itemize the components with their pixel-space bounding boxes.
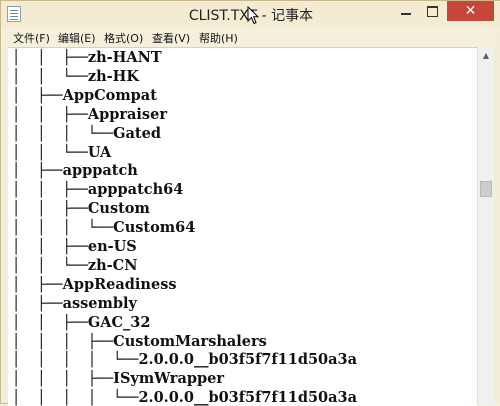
title-bar[interactable]: CLIST.TXT - 记事本 ✕ xyxy=(1,1,500,27)
tree-prefix: │ ├── xyxy=(12,163,63,180)
tree-label: GAC_32 xyxy=(87,313,151,331)
tree-prefix: │ │ ├── xyxy=(12,239,88,255)
tree-line: │ │ │ └──Custom64 xyxy=(12,218,195,237)
tree-line: │ │ │ │ └──2.0.0.0__b03f5f7f11d50a3a xyxy=(12,388,357,406)
menu-view[interactable]: 查看(V) xyxy=(152,30,190,46)
notepad-window: CLIST.TXT - 记事本 ✕ 文件(F) 编辑(E) 格式(O) 查看(V… xyxy=(0,0,500,406)
tree-label: Custom64 xyxy=(113,219,196,237)
tree-line: │ │ │ ├──ISymWrapper xyxy=(12,369,224,388)
tree-line: │ │ └──zh-HK xyxy=(12,67,139,86)
tree-label: CustomMarshalers xyxy=(113,332,267,350)
tree-label: zh-HK xyxy=(87,67,139,85)
tree-prefix: │ ├── xyxy=(12,87,63,104)
tree-label: Custom xyxy=(87,200,150,218)
tree-line: │ ├──AppCompat xyxy=(12,86,157,105)
text-editor-area[interactable]: │ │ ├──zh-HANT │ │ └──zh-HK │ ├──AppCompat… xyxy=(8,47,477,406)
tree-line: │ ├──assembly xyxy=(12,294,137,313)
maximize-icon xyxy=(427,5,438,17)
tree-prefix: │ │ │ ├── xyxy=(12,371,114,388)
tree-line: │ │ ├──apppatch64 xyxy=(12,180,183,199)
scroll-thumb[interactable] xyxy=(480,181,492,197)
tree-line: │ │ └──UA xyxy=(12,143,111,162)
menu-help[interactable]: 帮助(H) xyxy=(199,30,238,46)
tree-line: │ │ │ │ └──2.0.0.0__b03f5f7f11d50a3a xyxy=(12,350,357,369)
tree-prefix: │ │ ├── xyxy=(12,201,88,218)
tree-label: Gated xyxy=(113,124,161,142)
tree-label: assembly xyxy=(62,294,137,312)
close-icon: ✕ xyxy=(464,3,477,19)
tree-label: 2.0.0.0__b03f5f7f11d50a3a xyxy=(138,389,358,406)
tree-line: │ │ └──zh-CN xyxy=(12,256,137,275)
tree-line: │ │ ├──GAC_32 xyxy=(12,313,150,332)
tree-line: │ │ ├──Appraiser xyxy=(12,105,167,124)
tree-prefix: │ │ ├── xyxy=(12,314,88,331)
tree-line: │ │ │ └──Gated xyxy=(12,124,161,143)
tree-line: │ │ │ ├──CustomMarshalers xyxy=(12,332,267,351)
tree-label: ISymWrapper xyxy=(113,370,224,388)
tree-line: │ │ ├──zh-HANT xyxy=(12,48,162,67)
tree-label: 2.0.0.0__b03f5f7f11d50a3a xyxy=(138,351,358,369)
tree-label: Appraiser xyxy=(87,105,167,123)
vertical-scrollbar[interactable]: ▲ xyxy=(477,47,494,405)
notepad-icon[interactable] xyxy=(7,6,21,22)
minimize-icon xyxy=(400,13,411,15)
tree-prefix: │ │ │ └── xyxy=(12,220,114,237)
tree-prefix: │ │ ├── xyxy=(12,50,88,66)
tree-prefix: │ │ │ └── xyxy=(12,125,114,142)
tree-label: zh-HANT xyxy=(87,49,162,66)
tree-label: UA xyxy=(87,143,112,161)
tree-prefix: │ │ │ │ └── xyxy=(12,352,139,369)
tree-label: AppReadiness xyxy=(62,275,177,293)
menu-edit[interactable]: 编辑(E) xyxy=(58,30,96,46)
tree-prefix: │ │ └── xyxy=(12,68,88,85)
tree-label: en-US xyxy=(87,238,137,255)
tree-prefix: │ │ ├── xyxy=(12,182,88,199)
tree-prefix: │ ├── xyxy=(12,276,63,293)
maximize-button[interactable] xyxy=(419,1,446,21)
close-button[interactable]: ✕ xyxy=(447,1,494,21)
tree-label: apppatch64 xyxy=(87,181,184,199)
scroll-up-arrow-icon[interactable]: ▲ xyxy=(478,47,494,64)
tree-line: │ │ ├──Custom xyxy=(12,199,150,218)
minimize-button[interactable] xyxy=(392,1,419,21)
menu-format[interactable]: 格式(O) xyxy=(104,30,143,46)
tree-label: zh-CN xyxy=(87,256,138,274)
mouse-cursor-icon xyxy=(247,6,259,25)
tree-line: │ ├──apppatch xyxy=(12,161,138,180)
menu-file[interactable]: 文件(F) xyxy=(13,30,50,46)
tree-prefix: │ │ └── xyxy=(12,144,88,161)
tree-prefix: │ ├── xyxy=(12,295,63,312)
tree-prefix: │ │ │ ├── xyxy=(12,333,114,350)
tree-label: apppatch xyxy=(62,162,138,180)
tree-line: │ ├──AppReadiness xyxy=(12,275,177,294)
tree-prefix: │ │ └── xyxy=(12,257,88,274)
tree-prefix: │ │ ├── xyxy=(12,106,88,123)
window-frame-right xyxy=(494,27,500,405)
tree-line: │ │ ├──en-US xyxy=(12,237,137,256)
tree-label: AppCompat xyxy=(62,86,157,104)
menu-bar: 文件(F) 编辑(E) 格式(O) 查看(V) 帮助(H) xyxy=(1,27,500,47)
